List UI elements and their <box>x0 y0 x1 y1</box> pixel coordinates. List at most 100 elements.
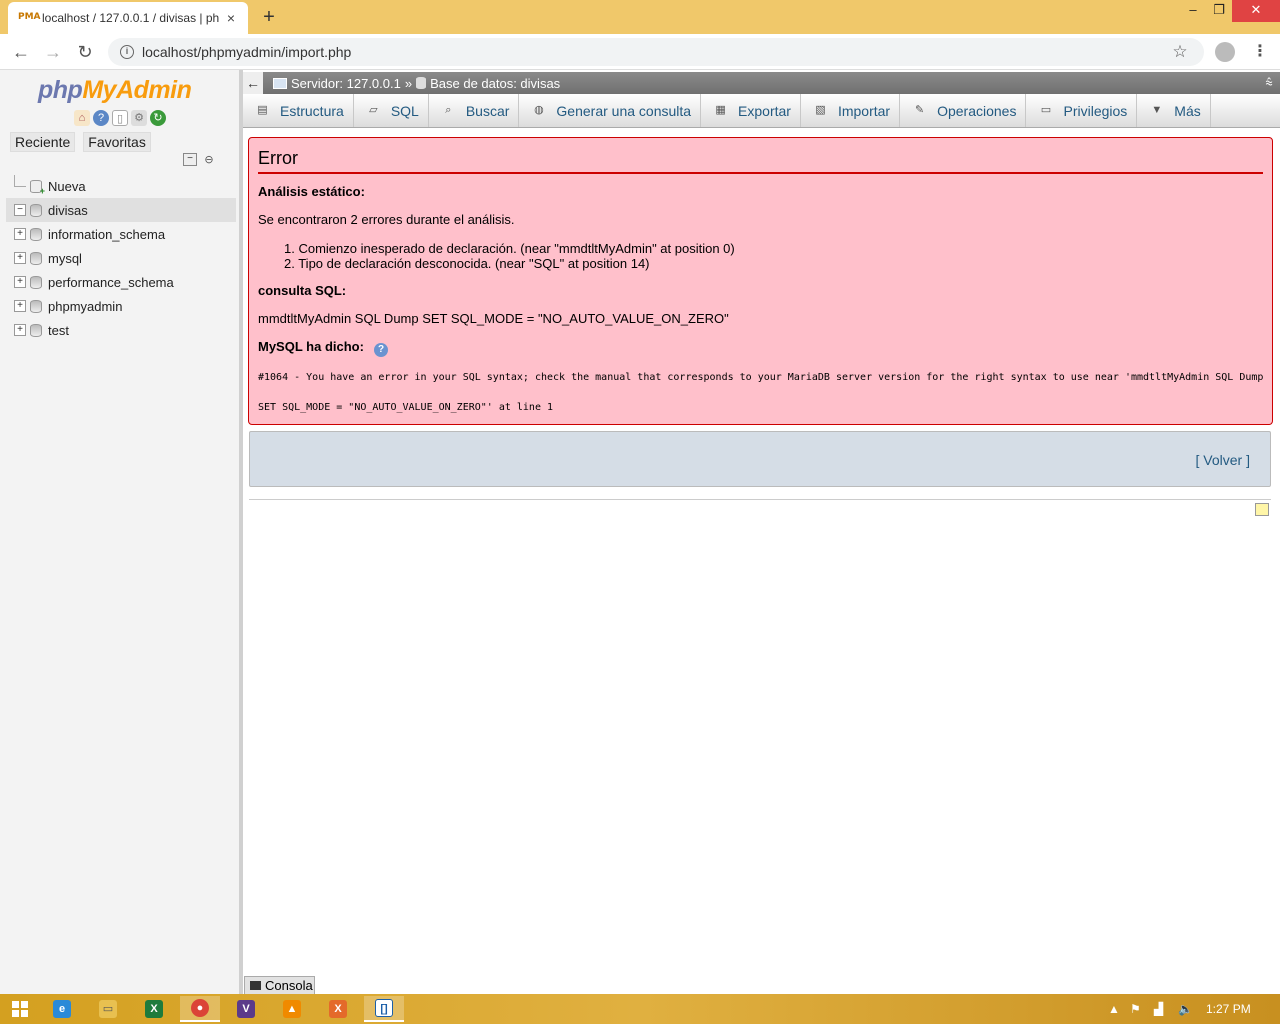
browser-menu-icon[interactable]: ⋮ <box>1252 41 1268 63</box>
bookmark-star-icon[interactable]: ☆ <box>1170 42 1190 62</box>
database-icon <box>30 227 42 241</box>
tab-more[interactable]: ▼ Más <box>1137 94 1211 127</box>
taskbar-xampp-icon[interactable]: X <box>318 996 358 1022</box>
address-bar[interactable]: i localhost/phpmyadmin/import.php ☆ <box>108 38 1204 66</box>
tree-item-new[interactable]: Nueva <box>6 174 236 198</box>
profile-avatar-icon[interactable] <box>1215 42 1235 62</box>
sql-query-text: mmdtltMyAdmin SQL Dump SET SQL_MODE = "N… <box>258 311 729 326</box>
link-icon[interactable]: ⊖ <box>202 154 216 166</box>
taskbar-excel-icon[interactable]: X <box>134 996 174 1022</box>
new-tab-button[interactable]: + <box>258 6 280 28</box>
phpmyadmin-logo[interactable]: phpMyAdmin <box>38 76 192 105</box>
database-icon <box>30 275 42 289</box>
tree-item-phpmyadmin[interactable]: + phpmyadmin <box>6 294 236 318</box>
window-maximize-button[interactable]: ❐ <box>1206 0 1232 22</box>
export-icon: ▦ <box>715 104 726 116</box>
error-title: Error <box>258 148 1263 174</box>
tab-label: Privilegios <box>1063 102 1128 119</box>
breadcrumb-database[interactable]: Base de datos: divisas <box>430 76 560 91</box>
tray-volume-icon[interactable]: 🔈 <box>1178 994 1193 1024</box>
tab-label: Exportar <box>738 102 791 119</box>
tray-flag-icon[interactable]: ⚑ <box>1130 994 1141 1024</box>
documentation-icon[interactable]: ▯ <box>112 110 128 126</box>
query-icon: ◍ <box>534 104 544 116</box>
refresh-icon[interactable]: ↻ <box>150 110 166 126</box>
collapse-icon[interactable]: − <box>14 204 26 216</box>
tree-item-label: test <box>48 322 69 338</box>
taskbar-file-explorer-icon[interactable]: ▭ <box>88 996 128 1022</box>
tab-import[interactable]: ▧ Importar <box>801 94 901 127</box>
database-icon <box>30 299 42 313</box>
tree-connector <box>14 175 26 187</box>
forward-arrow-icon[interactable]: → <box>42 41 64 63</box>
error-message-box: Error Análisis estático: Se encontraron … <box>248 137 1273 425</box>
tray-network-icon[interactable]: ▟ <box>1154 994 1163 1024</box>
breadcrumb-server[interactable]: Servidor: 127.0.0.1 <box>291 76 401 91</box>
expand-icon[interactable]: + <box>14 276 26 288</box>
navigation-panel: phpMyAdmin ⌂ ? ▯ ⚙ ↻ Reciente Favoritas … <box>0 70 241 994</box>
tree-item-label: Nueva <box>48 178 86 194</box>
structure-icon: ▤ <box>257 104 268 116</box>
import-icon: ▧ <box>815 104 826 116</box>
tab-sql[interactable]: ▱ SQL <box>354 94 429 127</box>
tab-search[interactable]: ⌕ Buscar <box>429 94 520 127</box>
console-toggle[interactable]: Consola <box>244 976 315 994</box>
tab-operations[interactable]: ✎ Operaciones <box>900 94 1027 127</box>
page-settings-icon[interactable] <box>1255 503 1269 516</box>
help-icon[interactable]: ? <box>374 343 388 357</box>
tab-title: localhost / 127.0.0.1 / divisas | ph <box>42 11 220 25</box>
back-link[interactable]: Volver <box>1203 452 1242 468</box>
home-icon[interactable]: ⌂ <box>74 110 90 126</box>
site-info-icon[interactable]: i <box>120 45 134 59</box>
taskbar-vlc-icon[interactable]: ▲ <box>272 996 312 1022</box>
static-analysis-heading: Análisis estático: <box>258 184 365 199</box>
expand-icon[interactable]: + <box>14 252 26 264</box>
tree-item-label: divisas <box>48 202 88 218</box>
tree-item-divisas[interactable]: − divisas <box>6 198 236 222</box>
reload-icon[interactable]: ↻ <box>74 41 96 63</box>
url-text[interactable]: localhost/phpmyadmin/import.php <box>142 44 1170 60</box>
database-tree: Nueva − divisas + information_schema + m… <box>6 174 236 342</box>
hide-panel-arrow-icon[interactable]: ← <box>243 72 263 94</box>
tree-item-label: mysql <box>48 250 82 266</box>
screen: PMA localhost / 127.0.0.1 / divisas | ph… <box>0 0 1280 1024</box>
help-icon[interactable]: ? <box>93 110 109 126</box>
window-close-button[interactable]: ✕ <box>1232 0 1280 22</box>
tab-favorites[interactable]: Favoritas <box>83 132 151 152</box>
collapse-all-icon[interactable]: − <box>183 153 197 166</box>
tab-privileges[interactable]: ▭ Privilegios <box>1026 94 1138 127</box>
error-list: 1. Comienzo inesperado de declaración. (… <box>284 241 735 271</box>
taskbar-clock[interactable]: 1:27 PM <box>1206 1002 1251 1016</box>
tab-close-icon[interactable]: × <box>224 10 238 26</box>
gear-icon[interactable]: ⚙ <box>131 110 147 126</box>
tree-item-test[interactable]: + test <box>6 318 236 342</box>
browser-tab[interactable]: PMA localhost / 127.0.0.1 / divisas | ph… <box>8 2 248 34</box>
tab-query[interactable]: ◍ Generar una consulta <box>519 94 702 127</box>
windows-start-icon[interactable] <box>12 1001 28 1017</box>
expand-icon[interactable]: + <box>14 300 26 312</box>
taskbar-chrome-icon[interactable]: ● <box>180 996 220 1022</box>
expand-icon[interactable]: + <box>14 324 26 336</box>
window-minimize-button[interactable]: – <box>1180 0 1206 22</box>
tab-structure[interactable]: ▤ Estructura <box>243 94 354 127</box>
taskbar-editor-icon[interactable]: [] <box>364 996 404 1022</box>
server-icon <box>273 77 287 89</box>
back-link-panel: [ Volver ] <box>249 431 1271 487</box>
taskbar-vs-icon[interactable]: V <box>226 996 266 1022</box>
back-arrow-icon[interactable]: ← <box>10 41 32 63</box>
collapse-top-icon[interactable]: ⩯ <box>1258 75 1280 91</box>
phpmyadmin-favicon: PMA <box>18 12 41 22</box>
taskbar-ie-icon[interactable]: e <box>42 996 82 1022</box>
tree-item-information-schema[interactable]: + information_schema <box>6 222 236 246</box>
tab-recent[interactable]: Reciente <box>10 132 76 152</box>
panel-resize-handle[interactable] <box>239 70 243 994</box>
divider <box>249 499 1271 500</box>
tree-item-performance-schema[interactable]: + performance_schema <box>6 270 236 294</box>
tray-show-hidden-icon[interactable]: ▲ <box>1108 994 1120 1024</box>
expand-icon[interactable]: + <box>14 228 26 240</box>
tab-label: Estructura <box>280 102 344 119</box>
console-label: Consola <box>265 978 313 993</box>
tab-label: Operaciones <box>937 102 1017 119</box>
tab-export[interactable]: ▦ Exportar <box>701 94 801 127</box>
tree-item-mysql[interactable]: + mysql <box>6 246 236 270</box>
